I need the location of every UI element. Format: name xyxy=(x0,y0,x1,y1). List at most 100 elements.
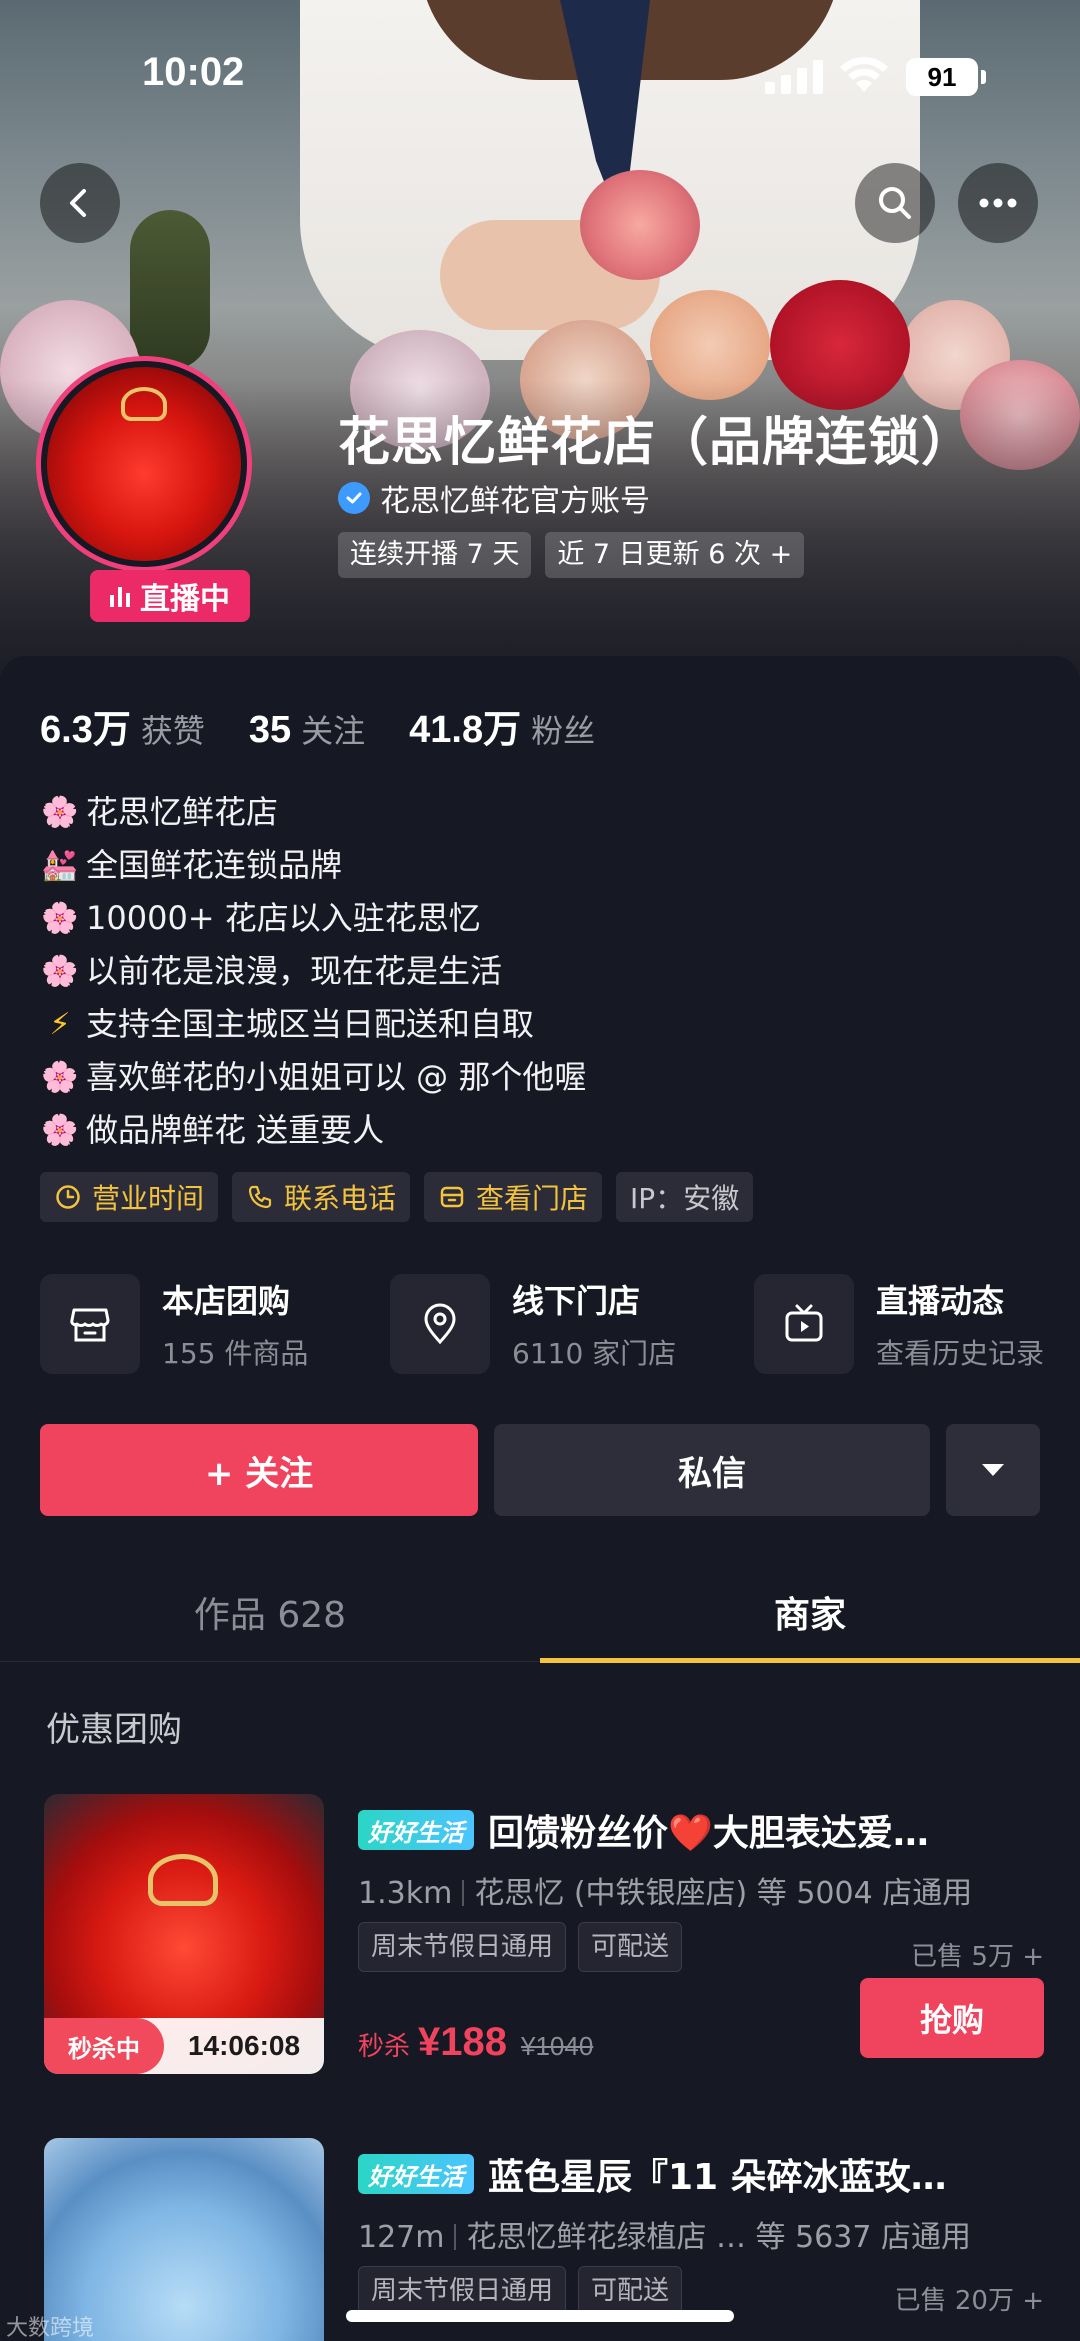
brand-tag: 好好生活 xyxy=(358,1810,474,1850)
following-label: 关注 xyxy=(301,712,366,750)
live-badge[interactable]: 直播中 xyxy=(90,570,250,622)
product-thumbnail[interactable]: 秒杀中 14:06:08 xyxy=(44,1794,324,2074)
verified-row: 花思忆鲜花官方账号 xyxy=(338,476,650,520)
product-tags: 周末节假日通用 可配送 xyxy=(358,1922,683,1972)
search-button[interactable] xyxy=(855,163,935,243)
verified-check-icon xyxy=(338,482,370,514)
divider xyxy=(454,2224,457,2250)
flash-sale-label: 秒杀中 xyxy=(44,2018,164,2074)
business-hours-label: 营业时间 xyxy=(92,1182,205,1215)
home-indicator[interactable] xyxy=(346,2310,734,2322)
group-buy-entry[interactable]: 本店团购 155 件商品 xyxy=(40,1274,308,1374)
product-meta: 127m 花思忆鲜花绿植店 … 等 5637 店通用 xyxy=(358,2212,971,2256)
product-card[interactable]: 秒杀中 14:06:08 好好生活 回馈粉丝价❤️大胆表达爱… 1.3km 花思忆… xyxy=(44,1794,1044,2074)
cover-flower xyxy=(580,170,700,280)
business-hours-button[interactable]: 营业时间 xyxy=(40,1172,219,1222)
streak-tag[interactable]: 连续开播 7 天 xyxy=(338,532,532,578)
active-tab-indicator xyxy=(540,1658,1080,1663)
bio-line: 🌸 10000+ 花店以入驻花思忆 xyxy=(40,892,586,945)
product-tag: 可配送 xyxy=(578,1922,683,1972)
tab-merchant[interactable]: 商家 xyxy=(540,1562,1080,1662)
product-title: 蓝色星辰『11 朵碎冰蓝玫… xyxy=(488,2157,947,2198)
sold-count: 已售 20万 + xyxy=(894,2286,1044,2316)
crown-ornament xyxy=(148,1854,218,1906)
product-tag: 可配送 xyxy=(578,2266,683,2316)
wifi-icon xyxy=(840,57,888,92)
bio-line: 💒 全国鲜花连锁品牌 xyxy=(40,839,586,892)
bio-text: 以前花是浪漫，现在花是生活 xyxy=(86,952,503,990)
shop-avatar[interactable] xyxy=(36,356,252,572)
product-tag: 周末节假日通用 xyxy=(358,1922,567,1972)
brand-tag: 好好生活 xyxy=(358,2154,474,2194)
tab-works[interactable]: 作品 628 xyxy=(0,1562,540,1662)
bio-line: 🌸 做品牌鲜花 送重要人 xyxy=(40,1104,586,1157)
product-title-rest: 大胆表达爱… xyxy=(712,1813,929,1854)
followers-label: 粉丝 xyxy=(531,712,596,750)
shop-icon xyxy=(40,1274,140,1374)
product-tag: 周末节假日通用 xyxy=(358,2266,567,2316)
section-title: 优惠团购 xyxy=(46,1710,182,1750)
buy-button[interactable]: 抢购 xyxy=(860,1978,1044,2058)
bio-line: 🌸 以前花是浪漫，现在花是生活 xyxy=(40,945,586,998)
lightning-icon: ⚡ xyxy=(49,1007,71,1042)
product-store: 花思忆 (中铁银座店) 等 5004 店通用 xyxy=(474,1876,973,1911)
more-dots-icon xyxy=(979,198,1017,208)
product-distance: 127m xyxy=(358,2220,445,2255)
product-tags: 周末节假日通用 可配送 xyxy=(358,2266,683,2316)
followers-count[interactable]: 41.8万 xyxy=(409,698,521,753)
offline-store-entry[interactable]: 线下门店 6110 家门店 xyxy=(390,1274,676,1374)
blossom-icon: 🌸 xyxy=(41,901,79,936)
price: ¥188 xyxy=(418,2020,507,2064)
bio-text: 支持全国主城区当日配送和自取 xyxy=(86,1005,535,1043)
avatar-image xyxy=(47,367,241,561)
offline-store-title: 线下门店 xyxy=(512,1282,641,1320)
ip-location: IP：安徽 xyxy=(616,1172,754,1222)
product-title-text: 回馈粉丝价 xyxy=(488,1813,669,1854)
crown-ornament xyxy=(121,387,167,421)
stats-row: 6.3万 获赞 35 关注 41.8万 粉丝 xyxy=(40,698,639,753)
content-tabs: 作品 628 商家 xyxy=(0,1562,1080,1663)
flash-sale-bar: 秒杀中 14:06:08 xyxy=(44,2018,324,2074)
clock-icon xyxy=(54,1183,82,1211)
update-tag[interactable]: 近 7 日更新 6 次 + xyxy=(545,532,805,578)
follow-button[interactable]: + 关注 xyxy=(40,1424,478,1516)
sold-count: 已售 5万 + xyxy=(911,1942,1044,1972)
bio-line: 🌸 喜欢鲜花的小姐姐可以 @ 那个他喔 xyxy=(40,1051,586,1104)
wedding-icon: 💒 xyxy=(41,848,79,883)
blossom-icon: 🌸 xyxy=(41,1060,79,1095)
back-button[interactable] xyxy=(40,163,120,243)
view-stores-label: 查看门店 xyxy=(476,1182,589,1215)
verified-label: 花思忆鲜花官方账号 xyxy=(380,484,650,519)
live-feed-entry[interactable]: 直播动态 查看历史记录 xyxy=(754,1274,1044,1374)
flash-sale-countdown: 14:06:08 xyxy=(187,2030,301,2061)
search-icon xyxy=(879,187,911,219)
price-row: 秒杀 ¥188 ¥1040 xyxy=(358,2020,593,2065)
bio: 🌸 花思忆鲜花店 💒 全国鲜花连锁品牌 🌸 10000+ 花店以入驻花思忆 🌸 以前花是… xyxy=(40,786,586,1157)
status-time: 10:02 xyxy=(142,50,245,94)
phone-button[interactable]: 联系电话 xyxy=(232,1172,411,1222)
live-bars-icon xyxy=(110,585,132,607)
likes-count[interactable]: 6.3万 xyxy=(40,698,131,753)
message-button[interactable]: 私信 xyxy=(494,1424,930,1516)
triangle-down-icon xyxy=(982,1464,1004,1476)
quick-tags: 营业时间 联系电话 查看门店 IP：安徽 xyxy=(40,1172,754,1222)
phone-icon xyxy=(246,1183,274,1211)
following-count[interactable]: 35 xyxy=(249,709,291,752)
action-buttons: + 关注 私信 xyxy=(40,1424,1040,1516)
product-meta: 1.3km 花思忆 (中铁银座店) 等 5004 店通用 xyxy=(358,1868,972,1912)
feature-entries: 本店团购 155 件商品 线下门店 6110 家门店 直播动态 查看历史记录 xyxy=(40,1274,1060,1378)
more-button[interactable] xyxy=(958,163,1038,243)
cover-plant xyxy=(130,210,210,370)
likes-label: 获赞 xyxy=(140,712,205,750)
blossom-icon: 🌸 xyxy=(41,795,79,830)
live-feed-subtitle: 查看历史记录 xyxy=(876,1337,1045,1370)
divider xyxy=(462,1880,465,1906)
product-title: 回馈粉丝价❤️大胆表达爱… xyxy=(488,1804,929,1856)
tv-play-icon xyxy=(754,1274,854,1374)
bio-line: ⚡ 支持全国主城区当日配送和自取 xyxy=(40,998,586,1051)
product-title-row: 好好生活 回馈粉丝价❤️大胆表达爱… xyxy=(358,1804,929,1856)
phone-label: 联系电话 xyxy=(284,1182,397,1215)
shop-name: 花思忆鲜花店（品牌连锁） xyxy=(338,413,975,473)
more-actions-button[interactable] xyxy=(946,1424,1040,1516)
view-stores-button[interactable]: 查看门店 xyxy=(424,1172,603,1222)
